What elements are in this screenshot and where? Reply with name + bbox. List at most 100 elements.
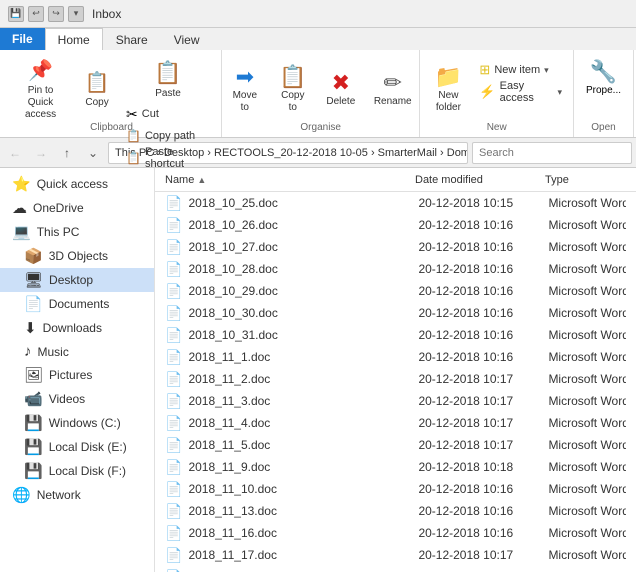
sidebar-item-videos[interactable]: 📹Videos [0, 387, 154, 411]
new-label: New [487, 122, 507, 133]
sidebar-item-local-disk--e--[interactable]: 💾Local Disk (E:) [0, 435, 154, 459]
sidebar-item-desktop[interactable]: 🖥Desktop [0, 268, 154, 292]
properties-label: Prope... [586, 85, 621, 96]
main-area: ⭐ Quick access ☁OneDrive💻This PC📦3D Object… [0, 168, 636, 572]
sidebar-item-music[interactable]: ♪Music [0, 340, 154, 363]
table-row[interactable]: 📄 2018_11_5.doc 20-12-2018 10:17 Microso… [155, 434, 636, 456]
sidebar-icon: ⭐ [12, 175, 31, 193]
column-type[interactable]: Type [545, 174, 626, 186]
sidebar-label: Videos [49, 392, 85, 406]
dropdown-icon[interactable]: ▾ [68, 6, 84, 22]
easy-access-button[interactable]: ⚡ Easy access ▾ [474, 82, 567, 102]
delete-label: Delete [326, 96, 355, 108]
tab-view[interactable]: View [161, 28, 213, 50]
table-row[interactable]: 📄 2018_11_17.doc 20-12-2018 10:17 Micros… [155, 544, 636, 566]
sidebar-label: This PC [37, 225, 80, 239]
properties-button[interactable]: 🔧 Prope... [579, 54, 628, 120]
file-type: Microsoft Word [548, 328, 626, 342]
table-row[interactable]: 📄 2018_11_2.doc 20-12-2018 10:17 Microso… [155, 368, 636, 390]
table-row[interactable]: 📄 2018_10_29.doc 20-12-2018 10:16 Micros… [155, 280, 636, 302]
sidebar-label: Quick access [37, 177, 108, 191]
table-row[interactable]: 📄 2018_11_3.doc 20-12-2018 10:17 Microso… [155, 390, 636, 412]
sidebar-label: Downloads [43, 321, 102, 335]
table-row[interactable]: 📄 2018_11_10.doc 20-12-2018 10:16 Micros… [155, 478, 636, 500]
table-row[interactable]: 📄 2018_10_27.doc 20-12-2018 10:16 Micros… [155, 236, 636, 258]
sidebar-item-onedrive[interactable]: ☁OneDrive [0, 196, 154, 220]
tab-share[interactable]: Share [103, 28, 161, 50]
sidebar-label: Windows (C:) [49, 416, 121, 430]
tab-file[interactable]: File [0, 28, 45, 50]
save-icon[interactable]: 💾 [8, 6, 24, 22]
paste-shortcut-button[interactable]: 📋 Paste shortcut [121, 148, 215, 168]
delete-button[interactable]: ✖ Delete [319, 56, 363, 122]
table-row[interactable]: 📄 2018_10_31.doc 20-12-2018 10:16 Micros… [155, 324, 636, 346]
paste-icon: 📋 [154, 60, 181, 86]
sidebar-icon: ☁ [12, 199, 27, 217]
file-type: Microsoft Word [548, 504, 626, 518]
sidebar-icon: 🖥 [24, 271, 43, 289]
rename-button[interactable]: ✏ Rename [367, 56, 419, 122]
table-row[interactable]: 📄 2018_10_25.doc 20-12-2018 10:15 Micros… [155, 192, 636, 214]
paste-shortcut-icon: 📋 [126, 151, 141, 165]
table-row[interactable]: 📄 2018_10_28.doc 20-12-2018 10:16 Micros… [155, 258, 636, 280]
column-date[interactable]: Date modified [415, 174, 545, 186]
file-name: 2018_11_16.doc [188, 526, 418, 540]
table-row[interactable]: 📄 2018_11_1.doc 20-12-2018 10:16 Microso… [155, 346, 636, 368]
undo-icon[interactable]: ↩ [28, 6, 44, 22]
file-name: 2018_11_17.doc [188, 548, 418, 562]
move-to-button[interactable]: ➡ Move to [223, 56, 267, 122]
file-date: 20-12-2018 10:16 [418, 350, 548, 364]
sidebar-item-3d-objects[interactable]: 📦3D Objects [0, 244, 154, 268]
paste-sub-buttons: ✂ Cut 📋 Copy path 📋 Paste shortcut [121, 104, 215, 168]
search-input[interactable] [472, 142, 632, 164]
paste-button[interactable]: 📋 Paste [121, 58, 215, 102]
sidebar-item-network[interactable]: 🌐Network [0, 483, 154, 507]
tab-home[interactable]: Home [45, 28, 103, 50]
sidebar-item-local-disk--f--[interactable]: 💾Local Disk (F:) [0, 459, 154, 483]
cut-button[interactable]: ✂ Cut [121, 104, 215, 124]
file-icon: 📄 [165, 195, 182, 212]
sidebar-icon: 📄 [24, 295, 43, 313]
copy-to-button[interactable]: 📋 Copy to [271, 56, 315, 122]
sidebar-item-quick-access[interactable]: ⭐ Quick access [0, 172, 154, 196]
sidebar-item-pictures[interactable]: 🖼Pictures [0, 363, 154, 387]
file-date: 20-12-2018 10:16 [418, 504, 548, 518]
new-item-button[interactable]: ⊞ New item ▾ [474, 60, 567, 80]
sidebar-label: Documents [49, 297, 110, 311]
ribbon-tabs: File Home Share View [0, 28, 636, 50]
sort-arrow: ▲ [197, 175, 206, 185]
sidebar-icon: 🖼 [24, 366, 43, 384]
sidebar-item-downloads[interactable]: ⬇Downloads [0, 316, 154, 340]
sidebar-item-this-pc[interactable]: 💻This PC [0, 220, 154, 244]
sidebar-item-windows--c--[interactable]: 💾Windows (C:) [0, 411, 154, 435]
file-name: 2018_10_30.doc [188, 306, 418, 320]
sidebar-icon: 💾 [24, 438, 43, 456]
copy-button[interactable]: 📋 Copy [75, 56, 119, 122]
file-date: 20-12-2018 10:16 [418, 328, 548, 342]
file-type: Microsoft Word [548, 372, 626, 386]
pin-to-quick-access-button[interactable]: 📌 Pin to Quick access [8, 56, 73, 122]
paste-shortcut-label: Paste shortcut [145, 146, 210, 170]
file-type: Microsoft Word [548, 218, 626, 232]
file-name: 2018_10_28.doc [188, 262, 418, 276]
redo-icon[interactable]: ↪ [48, 6, 64, 22]
new-item-icon: ⊞ [479, 62, 490, 78]
file-date: 20-12-2018 10:16 [418, 262, 548, 276]
table-row[interactable]: 📄 2018_10_26.doc 20-12-2018 10:16 Micros… [155, 214, 636, 236]
table-row[interactable]: 📄 2018_11_13.doc 20-12-2018 10:16 Micros… [155, 500, 636, 522]
copy-path-button[interactable]: 📋 Copy path [121, 126, 215, 146]
new-folder-button[interactable]: 📁 New folder [426, 56, 470, 122]
open-label: Open [591, 122, 615, 133]
file-type: Microsoft Word [548, 240, 626, 254]
file-header: Name ▲ Date modified Type [155, 168, 636, 192]
sidebar-item-documents[interactable]: 📄 Documents [0, 292, 154, 316]
file-icon: 📄 [165, 239, 182, 256]
table-row[interactable]: 📄 2018_11_4.doc 20-12-2018 10:17 Microso… [155, 412, 636, 434]
easy-access-icon: ⚡ [479, 84, 495, 100]
column-name[interactable]: Name ▲ [165, 174, 415, 186]
table-row[interactable]: 📄 2018_11_16.doc 20-12-2018 10:16 Micros… [155, 522, 636, 544]
table-row[interactable]: 📄 2018_10_30.doc 20-12-2018 10:16 Micros… [155, 302, 636, 324]
table-row[interactable]: 📄 2018_11_20.doc 20-12-2018 10:17 Micros… [155, 566, 636, 572]
table-row[interactable]: 📄 2018_11_9.doc 20-12-2018 10:18 Microso… [155, 456, 636, 478]
file-type: Microsoft Word [548, 548, 626, 562]
